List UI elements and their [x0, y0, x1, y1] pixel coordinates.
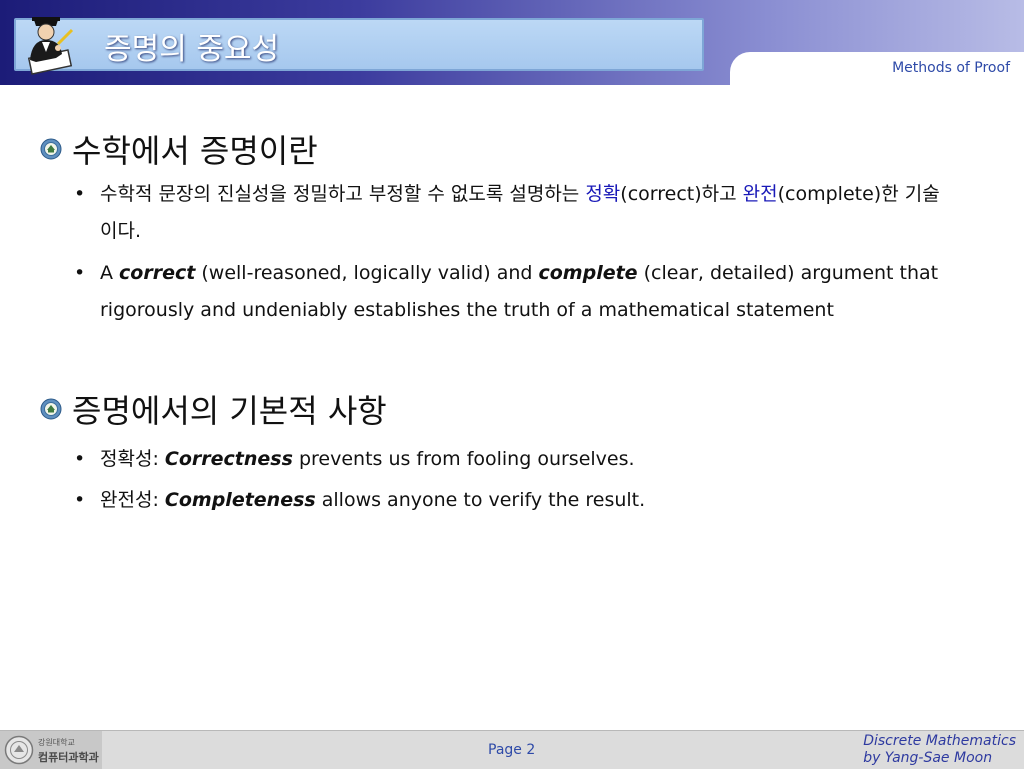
- bullet-dot: •: [74, 448, 86, 470]
- page-number: Page 2: [488, 742, 536, 758]
- slide-title: 증명의 중요성: [104, 32, 280, 67]
- department-logo: 강원대학교 컴퓨터과학과: [0, 731, 102, 769]
- emphasis-term: correct: [119, 262, 196, 284]
- highlight-term: 정확: [585, 183, 621, 205]
- bullet-dot: •: [74, 489, 86, 511]
- department-name: 컴퓨터과학과: [38, 751, 99, 764]
- course-author: by Yang-Sae Moon: [863, 750, 993, 766]
- highlight-term: 완전: [742, 183, 778, 205]
- list-item: • 정확성: Correctness prevents us from fool…: [74, 441, 954, 478]
- emphasis-term: Completeness: [164, 489, 316, 511]
- emphasis-term: Correctness: [164, 448, 293, 470]
- list-item: • A correct (well-reasoned, logically va…: [74, 255, 954, 329]
- section-heading-text: 증명에서의 기본적 사항: [72, 392, 387, 430]
- university-emblem-icon: [40, 138, 62, 160]
- course-info: Discrete Mathematics by Yang-Sae Moon: [863, 733, 1016, 767]
- emphasis-term: complete: [538, 262, 638, 284]
- section-heading: 수학에서 증명이란: [40, 126, 318, 172]
- section-heading: 증명에서의 기본적 사항: [40, 386, 387, 432]
- slide-header: 증명의 중요성 Methods of Proof: [0, 0, 1024, 85]
- list-item: • 완전성: Completeness allows anyone to ver…: [74, 482, 954, 519]
- bullet-dot: •: [74, 262, 86, 284]
- subject-label: Methods of Proof: [892, 60, 1010, 76]
- course-title: Discrete Mathematics: [863, 733, 1016, 749]
- section-heading-text: 수학에서 증명이란: [72, 132, 318, 170]
- bullet-dot: •: [74, 183, 86, 205]
- university-seal-icon: [4, 735, 34, 765]
- scholar-writing-icon: [27, 17, 74, 75]
- slide-footer: 강원대학교 컴퓨터과학과 Page 2 Discrete Mathematics…: [0, 730, 1024, 769]
- university-emblem-icon: [40, 398, 62, 420]
- university-name: 강원대학교: [38, 738, 75, 747]
- list-item: • 수학적 문장의 진실성을 정밀하고 부정할 수 없도록 설명하는 정확(co…: [74, 176, 954, 250]
